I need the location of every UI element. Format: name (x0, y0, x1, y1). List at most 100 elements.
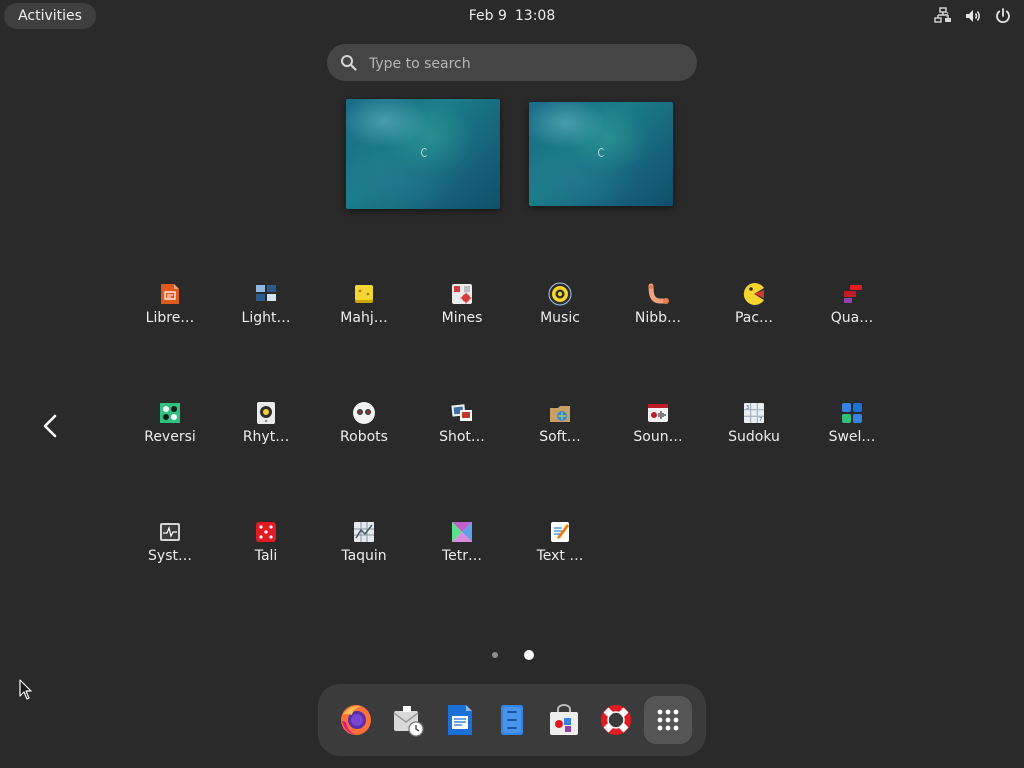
app-lightsoff[interactable]: Light… (218, 268, 314, 360)
app-mines[interactable]: Mines (414, 268, 510, 360)
activities-button[interactable]: Activities (4, 3, 96, 29)
system-tray[interactable]: ? (934, 7, 1012, 25)
app-label: Tetr… (441, 548, 483, 564)
search-input[interactable] (367, 44, 681, 83)
svg-text:7: 7 (759, 417, 762, 423)
app-label: Tali (254, 548, 278, 564)
quadrapassel-icon (844, 285, 862, 303)
tetravex-icon (452, 522, 472, 542)
music-icon (548, 282, 572, 306)
network-icon[interactable]: ? (934, 7, 952, 25)
page-dot-2-active[interactable] (524, 650, 534, 660)
app-label: Soft… (539, 429, 581, 445)
lightsoff-icon (256, 285, 276, 301)
dash-evolution[interactable] (384, 696, 432, 744)
app-label: Qua… (830, 310, 874, 326)
search-entry[interactable] (327, 44, 697, 83)
app-mahjongg[interactable]: Mahj… (316, 268, 412, 360)
mouse-pointer-icon (19, 679, 32, 700)
app-music[interactable]: Music (512, 268, 608, 360)
app-label: Sudoku (728, 429, 780, 445)
tali-icon (256, 522, 276, 542)
app-quadrapassel[interactable]: Qua… (804, 268, 900, 360)
software-icon (550, 406, 570, 422)
app-taquin[interactable]: Taquin (316, 506, 412, 598)
app-label: Text … (536, 548, 584, 564)
mail-clock-icon (393, 706, 424, 737)
app-label: Pac… (734, 310, 774, 326)
app-label: Light… (241, 310, 291, 326)
app-shotwell[interactable]: Shot… (414, 387, 510, 479)
pacman-icon (743, 283, 764, 305)
app-robots[interactable]: Robots (316, 387, 412, 479)
libreoffice-writer-icon (448, 705, 472, 735)
volume-icon[interactable] (964, 7, 982, 25)
app-reversi[interactable]: Reversi (122, 387, 218, 479)
app-label: Rhyt… (242, 429, 290, 445)
app-label: Swel… (828, 429, 876, 445)
software-bag-icon (550, 704, 578, 735)
app-label: Nibb… (634, 310, 682, 326)
app-label: Mahj… (340, 310, 388, 326)
app-sudoku[interactable]: 3 7 Sudoku (706, 387, 802, 479)
taquin-icon (354, 522, 374, 542)
debian-swirl-icon (598, 148, 605, 157)
workspace-thumbnail-1[interactable] (346, 99, 500, 209)
page-indicator (487, 646, 537, 664)
dash-firefox[interactable] (332, 696, 380, 744)
app-tetravex[interactable]: Tetr… (414, 506, 510, 598)
nibbles-icon (648, 283, 669, 304)
help-lifebuoy-icon (601, 705, 631, 735)
dash-libreoffice-writer[interactable] (436, 696, 484, 744)
app-label: Taquin (341, 548, 387, 564)
shotwell-icon (451, 404, 472, 421)
app-system-monitor[interactable]: Syst… (122, 506, 218, 598)
app-tali[interactable]: Tali (218, 506, 314, 598)
dash-help[interactable] (592, 696, 640, 744)
search-icon (341, 55, 357, 71)
app-label: Libre… (145, 310, 195, 326)
svg-text:?: ? (945, 11, 949, 19)
app-grid-icon (657, 709, 679, 731)
app-libreoffice[interactable]: Libre… (122, 268, 218, 360)
mahjongg-icon (355, 285, 373, 303)
chevron-left-icon[interactable] (36, 408, 64, 444)
mines-icon (452, 284, 472, 304)
sudoku-icon: 3 7 (744, 403, 764, 423)
top-bar: Activities Feb 9 13:08 ? (0, 0, 1024, 32)
libreoffice-impress-icon (161, 284, 179, 304)
app-label: Mines (441, 310, 483, 326)
app-text-editor[interactable]: Text … (512, 506, 608, 598)
system-monitor-icon (160, 523, 180, 541)
show-apps-button[interactable] (644, 696, 692, 744)
files-icon (501, 705, 523, 735)
app-swell-foop[interactable]: Swel… (804, 387, 900, 479)
app-sound-recorder[interactable]: Soun… (610, 387, 706, 479)
app-label: Syst… (148, 548, 192, 564)
clock-date[interactable]: Feb 9 (469, 8, 507, 24)
power-icon[interactable] (994, 7, 1012, 25)
dash-files[interactable] (488, 696, 536, 744)
app-pacman[interactable]: Pac… (706, 268, 802, 360)
page-dot-1[interactable] (492, 652, 498, 658)
robots-icon (353, 402, 375, 424)
dash-software[interactable] (540, 696, 588, 744)
debian-swirl-icon (421, 148, 428, 157)
app-software[interactable]: Soft… (512, 387, 608, 479)
app-rhythmbox[interactable]: Rhyt… (218, 387, 314, 479)
swell-foop-icon (842, 403, 862, 423)
firefox-icon (341, 705, 371, 735)
text-editor-icon (551, 522, 569, 542)
svg-text:3: 3 (746, 405, 749, 411)
reversi-icon (160, 403, 180, 423)
app-nibbles[interactable]: Nibb… (610, 268, 706, 360)
rhythmbox-icon (257, 402, 275, 424)
app-label: Reversi (144, 429, 196, 445)
app-label: Shot… (439, 429, 485, 445)
workspace-thumbnail-2[interactable] (529, 102, 673, 206)
app-label: Soun… (633, 429, 683, 445)
app-label: Music (540, 310, 580, 326)
app-label: Robots (340, 429, 388, 445)
clock-time[interactable]: 13:08 (515, 8, 555, 24)
dash (318, 684, 706, 756)
